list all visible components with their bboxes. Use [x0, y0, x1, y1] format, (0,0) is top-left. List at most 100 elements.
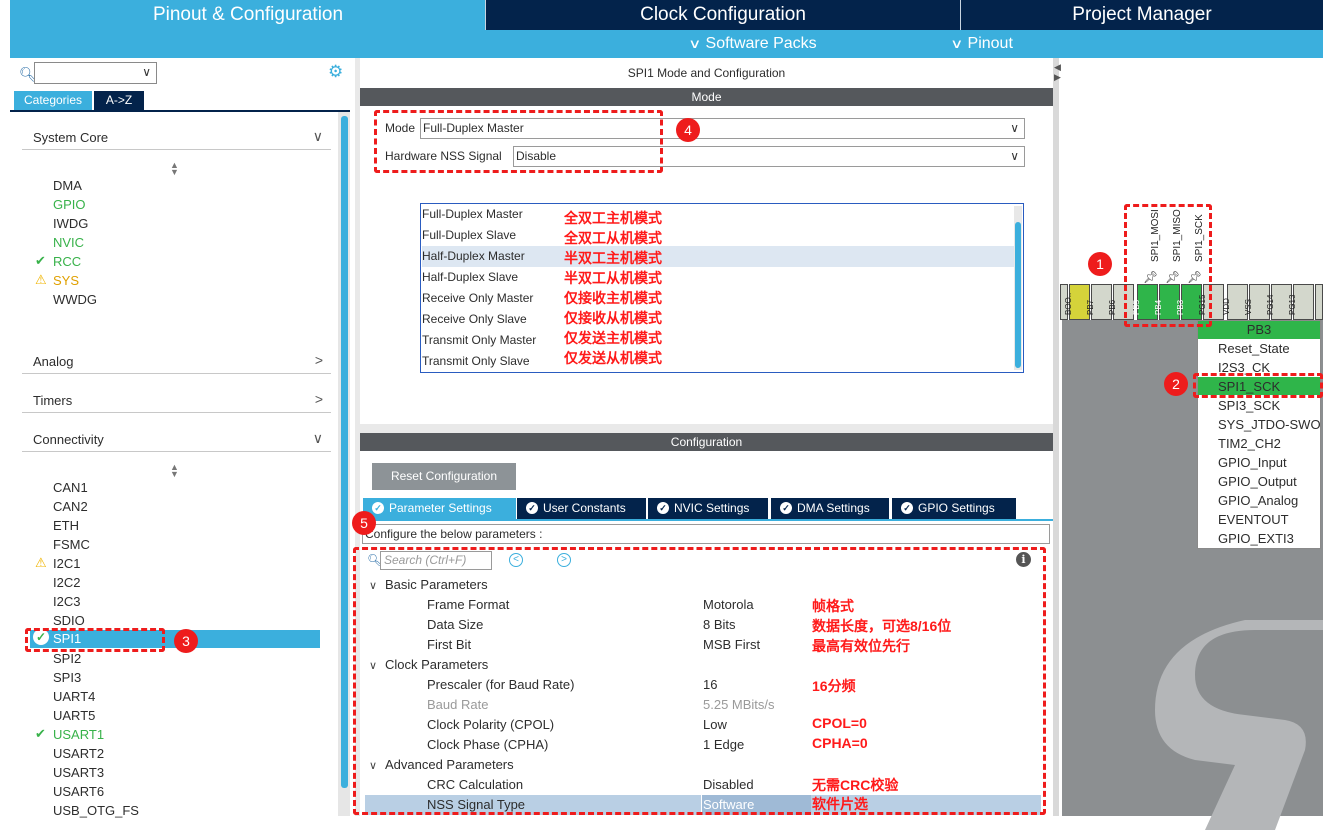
mode-option[interactable]: Full-Duplex Master [422, 204, 1014, 225]
tab-label: DMA Settings [797, 501, 870, 515]
pin-menu-item[interactable]: TIM2_CH2 [1218, 436, 1322, 451]
list-item-spi3[interactable]: SPI3 [53, 670, 81, 685]
annotation-note: 仅接收从机模式 [564, 310, 662, 326]
collapse-icon[interactable]: ◀ ▶ [1054, 62, 1061, 82]
tab-user-constants[interactable]: ✓ User Constants [517, 498, 646, 519]
warning-icon: ⚠ [35, 555, 47, 570]
annotation-badge: 1 [1088, 252, 1112, 276]
list-item-can2[interactable]: CAN2 [53, 499, 88, 514]
scrollbar-thumb[interactable] [341, 116, 348, 788]
list-item-can1[interactable]: CAN1 [53, 480, 88, 495]
pin-menu-item[interactable]: SPI3_SCK [1218, 398, 1322, 413]
annotation-box [25, 628, 165, 652]
list-item-usart3[interactable]: USART3 [53, 765, 104, 780]
category-label: Timers [33, 393, 73, 408]
scrollbar-thumb[interactable] [1015, 222, 1021, 368]
annotation-badge: 5 [352, 511, 376, 535]
list-item-sys[interactable]: SYS [53, 273, 79, 288]
annotation-box [374, 110, 663, 173]
list-item-iwdg[interactable]: IWDG [53, 216, 88, 231]
annotation-note: 半双工主机模式 [564, 250, 662, 266]
tab-nvic-settings[interactable]: ✓ NVIC Settings [648, 498, 768, 519]
pin-label: PG13 [1288, 294, 1297, 315]
category-system-core[interactable]: System Core ∨ [33, 128, 323, 145]
category-analog[interactable]: Analog > [33, 352, 323, 369]
pin-menu-item[interactable]: GPIO_Analog [1218, 493, 1322, 508]
tab-dma-settings[interactable]: ✓ DMA Settings [771, 498, 889, 519]
list-item-sdio[interactable]: SDIO [53, 613, 85, 628]
list-item-spi2[interactable]: SPI2 [53, 651, 81, 666]
configuration-header-bar: Configuration [360, 433, 1053, 451]
mode-option[interactable]: Transmit Only Master [422, 330, 1014, 351]
chevron-down-icon: ∨ [142, 65, 151, 79]
list-item-fsmc[interactable]: FSMC [53, 537, 90, 552]
pin-menu-item[interactable]: GPIO_Output [1218, 474, 1322, 489]
panel-splitter[interactable] [1053, 58, 1059, 816]
tab-pinout-configuration[interactable]: Pinout & Configuration [10, 0, 486, 30]
tab-clock-configuration[interactable]: Clock Configuration [486, 0, 960, 30]
pin-menu-item[interactable]: EVENTOUT [1218, 512, 1322, 527]
chevron-down-icon: ∨ [312, 128, 323, 144]
list-item-rcc[interactable]: RCC [53, 254, 81, 269]
mode-option[interactable]: Transmit Only Slave [422, 351, 1014, 372]
mode-option[interactable]: Receive Only Master [422, 288, 1014, 309]
pin[interactable] [1315, 284, 1323, 320]
sub-menu-bar: ∨ Software Packs ∨ Pinout [10, 30, 1323, 58]
list-item-i2c1[interactable]: I2C1 [53, 556, 80, 571]
pin-menu-item[interactable]: Reset_State [1218, 341, 1322, 356]
list-item-dma[interactable]: DMA [53, 178, 82, 193]
mode-option[interactable]: Receive Only Slave [422, 309, 1014, 330]
list-item-usart2[interactable]: USART2 [53, 746, 104, 761]
pin-menu-item[interactable]: SYS_JTDO-SWO [1218, 417, 1322, 432]
software-packs-menu[interactable]: ∨ Software Packs [688, 30, 817, 58]
tab-gpio-settings[interactable]: ✓ GPIO Settings [892, 498, 1016, 519]
sort-icon[interactable]: ▲ ▼ [170, 463, 179, 479]
tab-project-manager[interactable]: Project Manager [961, 0, 1323, 30]
top-tab-bar: Pinout & Configuration Clock Configurati… [10, 0, 1323, 30]
list-item-eth[interactable]: ETH [53, 518, 79, 533]
mode-option[interactable]: Full-Duplex Slave [422, 225, 1014, 246]
pin-menu-item[interactable]: GPIO_Input [1218, 455, 1322, 470]
mode-option[interactable]: Half-Duplex Slave [422, 267, 1014, 288]
gear-icon[interactable]: ⚙ [328, 62, 343, 82]
tab-a-to-z[interactable]: A->Z [94, 91, 144, 110]
tab-categories[interactable]: Categories [14, 91, 92, 110]
warning-icon: ⚠ [35, 272, 47, 287]
list-item-uart5[interactable]: UART5 [53, 708, 95, 723]
category-connectivity[interactable]: Connectivity ∨ [33, 430, 323, 447]
st-logo [1155, 620, 1323, 830]
chevron-right-icon: > [314, 352, 323, 368]
annotation-badge: 3 [174, 629, 198, 653]
mode-option-highlighted[interactable]: Half-Duplex Master [422, 246, 1014, 267]
annotation-box [1124, 204, 1212, 327]
reset-configuration-button[interactable]: Reset Configuration [372, 463, 516, 490]
pin-label: VSS [1244, 298, 1253, 315]
pin-pg13[interactable]: PG13 [1288, 284, 1314, 320]
check-circle-icon: ✓ [780, 502, 792, 514]
list-item-wwdg[interactable]: WWDG [53, 292, 97, 307]
pinout-menu[interactable]: ∨ Pinout [950, 30, 1013, 58]
software-packs-label: Software Packs [705, 35, 817, 52]
list-item-usart1[interactable]: USART1 [53, 727, 104, 742]
divider [22, 451, 331, 452]
check-circle-icon: ✓ [526, 502, 538, 514]
search-combo[interactable]: ∨ [34, 62, 157, 84]
list-item-nvic[interactable]: NVIC [53, 235, 84, 250]
tab-label: User Constants [543, 501, 626, 515]
chevron-down-icon: ∨ [688, 36, 702, 51]
sort-icon[interactable]: ▲ ▼ [170, 161, 179, 177]
annotation-badge: 2 [1164, 372, 1188, 396]
list-item-gpio[interactable]: GPIO [53, 197, 86, 212]
category-timers[interactable]: Timers > [33, 391, 323, 408]
tab-label: NVIC Settings [674, 501, 750, 515]
list-item-uart4[interactable]: UART4 [53, 689, 95, 704]
list-item-i2c2[interactable]: I2C2 [53, 575, 80, 590]
annotation-note: 全双工从机模式 [564, 230, 662, 246]
tab-parameter-settings[interactable]: ✓ Parameter Settings [363, 498, 516, 519]
pin-menu-item[interactable]: GPIO_EXTI3 [1218, 531, 1322, 546]
list-item-i2c3[interactable]: I2C3 [53, 594, 80, 609]
category-label: Connectivity [33, 432, 104, 447]
annotation-note: 仅发送从机模式 [564, 350, 662, 366]
tab-label: Parameter Settings [389, 501, 492, 515]
list-item-usart6[interactable]: USART6 [53, 784, 104, 799]
